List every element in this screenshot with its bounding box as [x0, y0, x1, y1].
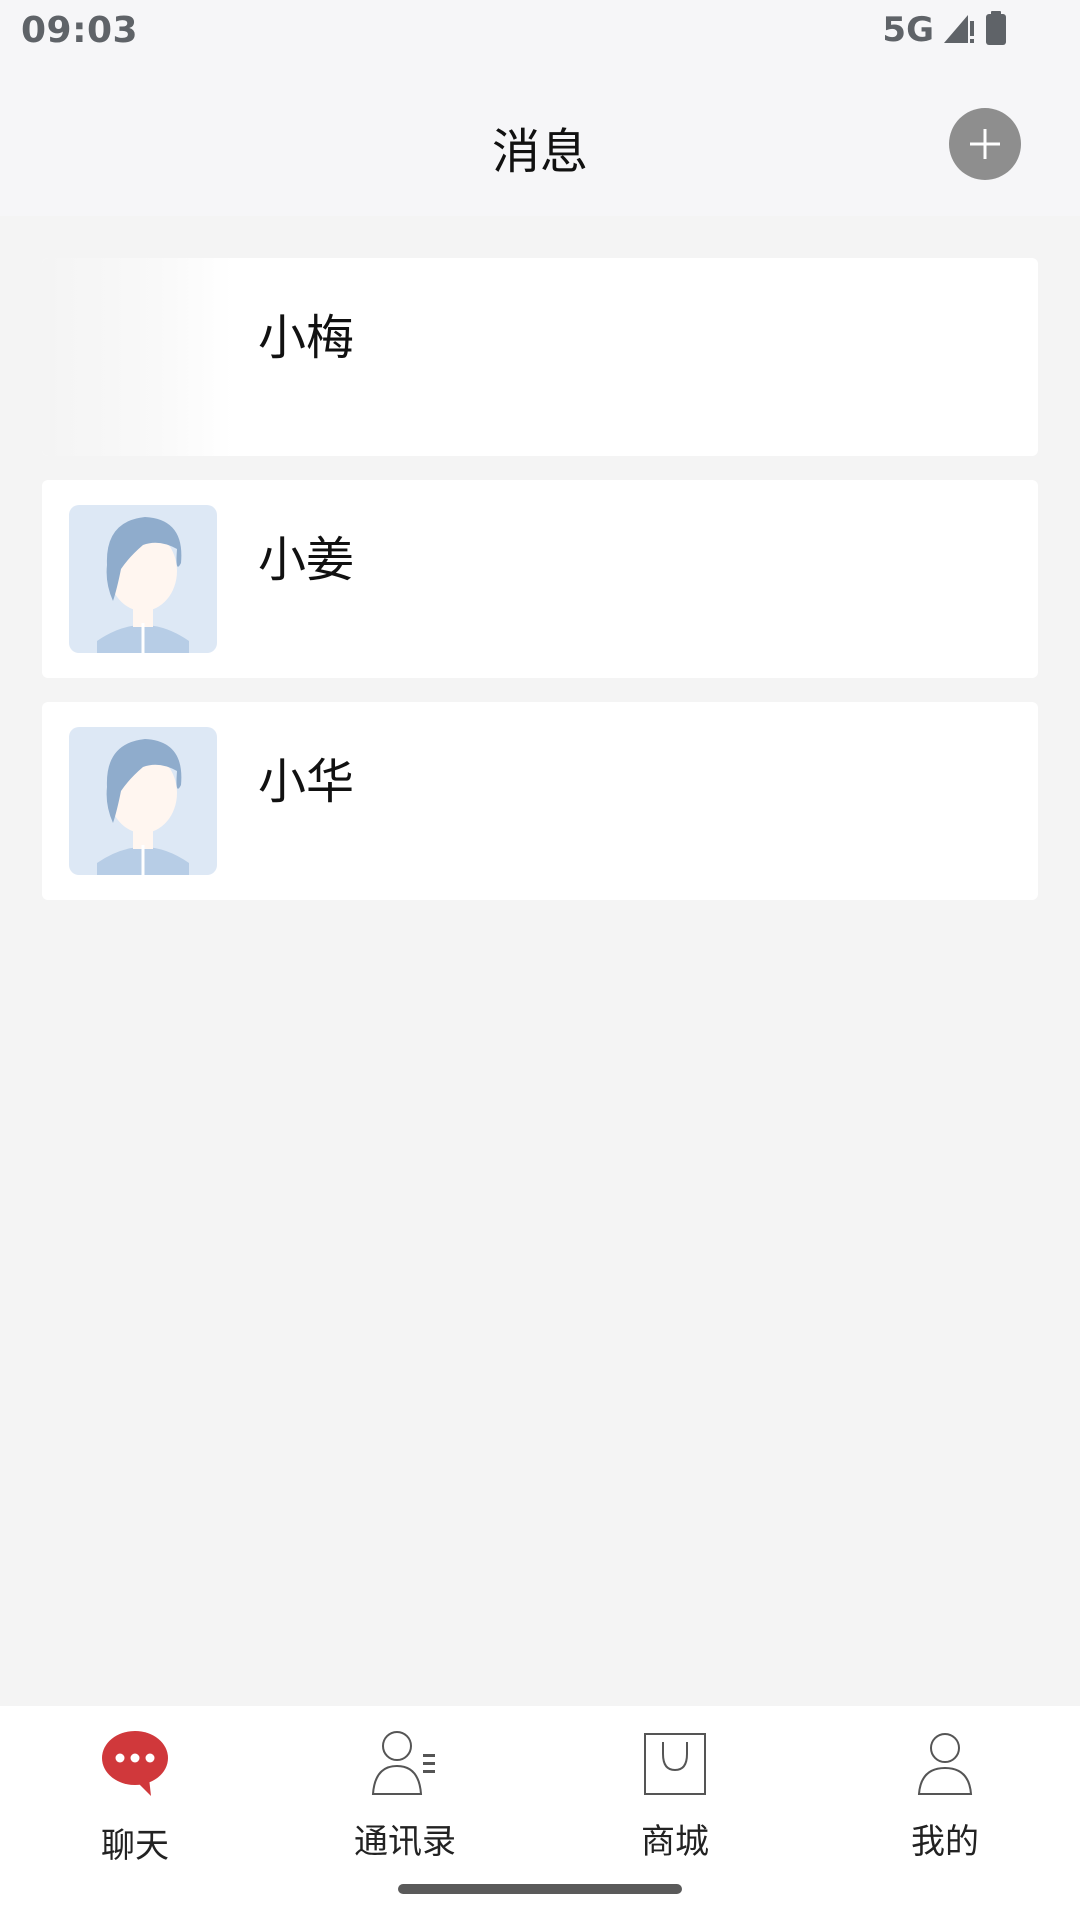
tab-contacts[interactable]: 通讯录: [270, 1706, 540, 1896]
default-user-avatar: [69, 505, 217, 653]
profile-icon: [917, 1733, 973, 1795]
shopping-bag-icon: [644, 1733, 706, 1795]
tab-me[interactable]: 我的: [810, 1706, 1080, 1896]
blank-avatar: [42, 258, 234, 456]
home-indicator: [398, 1884, 682, 1894]
page-title: 消息: [491, 124, 588, 180]
contact-name: 小华: [258, 754, 355, 810]
status-indicators: 5G: [882, 10, 1008, 50]
status-bar: 09:03 5G: [0, 0, 1080, 62]
contact-name: 小姜: [258, 532, 355, 588]
signal-icon: [942, 11, 976, 49]
contact-name: 小梅: [258, 310, 355, 366]
battery-icon: [984, 10, 1008, 50]
tab-label: 聊天: [101, 1826, 169, 1866]
plus-icon: [970, 129, 1000, 159]
conversation-item[interactable]: 小姜: [42, 480, 1038, 678]
tab-shop[interactable]: 商城: [540, 1706, 810, 1896]
app-header: 消息: [0, 62, 1080, 216]
add-button[interactable]: [949, 108, 1021, 180]
tab-label: 我的: [911, 1822, 979, 1862]
network-type: 5G: [882, 10, 934, 50]
status-time: 09:03: [21, 10, 139, 51]
tab-label: 商城: [641, 1822, 709, 1862]
default-user-avatar: [69, 727, 217, 875]
conversation-item[interactable]: 小华: [42, 702, 1038, 900]
tab-chat[interactable]: 聊天: [0, 1706, 270, 1896]
conversation-list: 小梅 小姜 小华: [42, 258, 1038, 924]
tab-label: 通讯录: [354, 1822, 456, 1862]
conversation-item[interactable]: 小梅: [42, 258, 1038, 456]
chat-bubble-icon: [102, 1731, 168, 1796]
contacts-icon: [371, 1731, 435, 1795]
